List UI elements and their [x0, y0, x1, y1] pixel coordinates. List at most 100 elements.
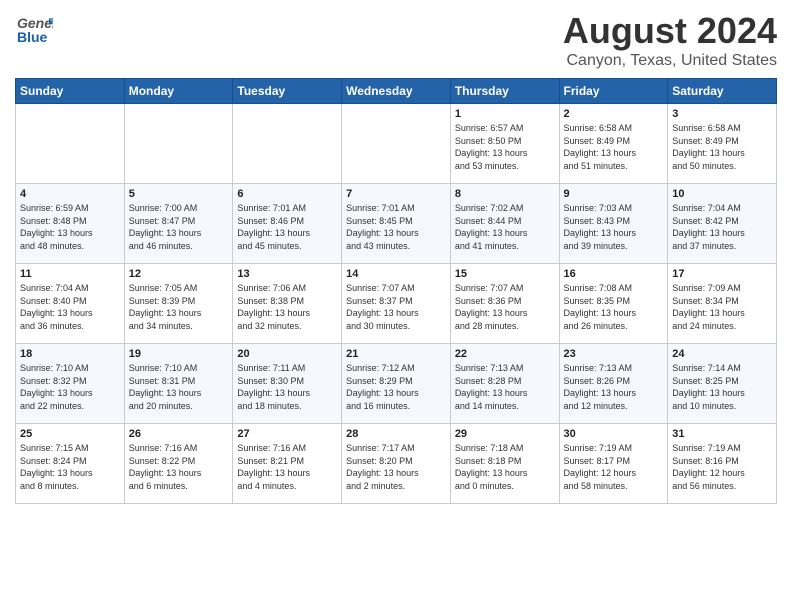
- calendar-week-row: 4Sunrise: 6:59 AM Sunset: 8:48 PM Daylig…: [16, 184, 777, 264]
- cell-info-text: Sunrise: 7:00 AM Sunset: 8:47 PM Dayligh…: [129, 202, 229, 252]
- cell-day-number: 12: [129, 268, 229, 280]
- calendar-cell: 15 Sunrise: 7:07 AM Sunset: 8:36 PM Dayli…: [450, 264, 559, 344]
- calendar-cell: 18 Sunrise: 7:10 AM Sunset: 8:32 PM Dayli…: [16, 344, 125, 424]
- title-block: August 2024 Canyon, Texas, United States: [563, 10, 777, 70]
- header: General Blue August 2024 Canyon, Texas, …: [15, 10, 777, 70]
- svg-text:Blue: Blue: [17, 29, 48, 45]
- cell-day-number: 15: [455, 268, 555, 280]
- calendar-cell: 20 Sunrise: 7:11 AM Sunset: 8:30 PM Dayli…: [233, 344, 342, 424]
- calendar-week-row: 11 Sunrise: 7:04 AM Sunset: 8:40 PM Dayli…: [16, 264, 777, 344]
- calendar-cell: 28 Sunrise: 7:17 AM Sunset: 8:20 PM Dayli…: [342, 424, 451, 504]
- cell-info-text: Sunrise: 7:13 AM Sunset: 8:28 PM Dayligh…: [455, 362, 555, 412]
- cell-day-number: 28: [346, 428, 446, 440]
- cell-day-number: 24: [672, 348, 772, 360]
- calendar-cell: [124, 104, 233, 184]
- calendar-cell: 30 Sunrise: 7:19 AM Sunset: 8:17 PM Dayli…: [559, 424, 668, 504]
- cell-day-number: 1: [455, 108, 555, 120]
- cell-day-number: 25: [20, 428, 120, 440]
- cell-info-text: Sunrise: 7:14 AM Sunset: 8:25 PM Dayligh…: [672, 362, 772, 412]
- calendar-cell: 24 Sunrise: 7:14 AM Sunset: 8:25 PM Dayli…: [668, 344, 777, 424]
- calendar-cell: 19 Sunrise: 7:10 AM Sunset: 8:31 PM Dayli…: [124, 344, 233, 424]
- calendar-week-row: 25Sunrise: 7:15 AM Sunset: 8:24 PM Dayli…: [16, 424, 777, 504]
- calendar-cell: 2Sunrise: 6:58 AM Sunset: 8:49 PM Daylig…: [559, 104, 668, 184]
- cell-day-number: 6: [237, 188, 337, 200]
- cell-info-text: Sunrise: 7:18 AM Sunset: 8:18 PM Dayligh…: [455, 442, 555, 492]
- calendar-cell: 11 Sunrise: 7:04 AM Sunset: 8:40 PM Dayli…: [16, 264, 125, 344]
- calendar-weekday-saturday: Saturday: [668, 79, 777, 104]
- calendar-cell: 16Sunrise: 7:08 AM Sunset: 8:35 PM Dayli…: [559, 264, 668, 344]
- calendar-weekday-sunday: Sunday: [16, 79, 125, 104]
- cell-day-number: 3: [672, 108, 772, 120]
- cell-info-text: Sunrise: 7:13 AM Sunset: 8:26 PM Dayligh…: [564, 362, 664, 412]
- calendar-cell: 29 Sunrise: 7:18 AM Sunset: 8:18 PM Dayli…: [450, 424, 559, 504]
- cell-info-text: Sunrise: 7:17 AM Sunset: 8:20 PM Dayligh…: [346, 442, 446, 492]
- cell-info-text: Sunrise: 7:02 AM Sunset: 8:44 PM Dayligh…: [455, 202, 555, 252]
- calendar-cell: 3 Sunrise: 6:58 AM Sunset: 8:49 PM Daylig…: [668, 104, 777, 184]
- calendar-cell: [16, 104, 125, 184]
- logo-icon: General Blue: [15, 10, 53, 48]
- cell-info-text: Sunrise: 6:59 AM Sunset: 8:48 PM Dayligh…: [20, 202, 120, 252]
- cell-info-text: Sunrise: 7:16 AM Sunset: 8:22 PM Dayligh…: [129, 442, 229, 492]
- cell-info-text: Sunrise: 7:10 AM Sunset: 8:32 PM Dayligh…: [20, 362, 120, 412]
- cell-day-number: 22: [455, 348, 555, 360]
- cell-info-text: Sunrise: 7:11 AM Sunset: 8:30 PM Dayligh…: [237, 362, 337, 412]
- calendar-weekday-tuesday: Tuesday: [233, 79, 342, 104]
- calendar-weekday-friday: Friday: [559, 79, 668, 104]
- cell-info-text: Sunrise: 7:19 AM Sunset: 8:16 PM Dayligh…: [672, 442, 772, 492]
- cell-info-text: Sunrise: 7:06 AM Sunset: 8:38 PM Dayligh…: [237, 282, 337, 332]
- calendar-cell: 21 Sunrise: 7:12 AM Sunset: 8:29 PM Dayli…: [342, 344, 451, 424]
- calendar-weekday-wednesday: Wednesday: [342, 79, 451, 104]
- calendar-cell: 22 Sunrise: 7:13 AM Sunset: 8:28 PM Dayli…: [450, 344, 559, 424]
- calendar-cell: 4Sunrise: 6:59 AM Sunset: 8:48 PM Daylig…: [16, 184, 125, 264]
- cell-day-number: 5: [129, 188, 229, 200]
- cell-info-text: Sunrise: 7:04 AM Sunset: 8:40 PM Dayligh…: [20, 282, 120, 332]
- calendar-cell: 5 Sunrise: 7:00 AM Sunset: 8:47 PM Daylig…: [124, 184, 233, 264]
- calendar-cell: 25Sunrise: 7:15 AM Sunset: 8:24 PM Dayli…: [16, 424, 125, 504]
- cell-info-text: Sunrise: 7:10 AM Sunset: 8:31 PM Dayligh…: [129, 362, 229, 412]
- cell-day-number: 27: [237, 428, 337, 440]
- cell-info-text: Sunrise: 7:01 AM Sunset: 8:46 PM Dayligh…: [237, 202, 337, 252]
- calendar-table: SundayMondayTuesdayWednesdayThursdayFrid…: [15, 78, 777, 504]
- calendar-cell: 17 Sunrise: 7:09 AM Sunset: 8:34 PM Dayli…: [668, 264, 777, 344]
- cell-day-number: 17: [672, 268, 772, 280]
- cell-info-text: Sunrise: 7:19 AM Sunset: 8:17 PM Dayligh…: [564, 442, 664, 492]
- cell-info-text: Sunrise: 7:12 AM Sunset: 8:29 PM Dayligh…: [346, 362, 446, 412]
- calendar-header-row: SundayMondayTuesdayWednesdayThursdayFrid…: [16, 79, 777, 104]
- cell-day-number: 7: [346, 188, 446, 200]
- cell-info-text: Sunrise: 7:09 AM Sunset: 8:34 PM Dayligh…: [672, 282, 772, 332]
- page: General Blue August 2024 Canyon, Texas, …: [0, 0, 792, 612]
- cell-info-text: Sunrise: 7:03 AM Sunset: 8:43 PM Dayligh…: [564, 202, 664, 252]
- cell-day-number: 18: [20, 348, 120, 360]
- cell-info-text: Sunrise: 6:58 AM Sunset: 8:49 PM Dayligh…: [672, 122, 772, 172]
- cell-info-text: Sunrise: 6:57 AM Sunset: 8:50 PM Dayligh…: [455, 122, 555, 172]
- calendar-cell: 26Sunrise: 7:16 AM Sunset: 8:22 PM Dayli…: [124, 424, 233, 504]
- main-title: August 2024: [563, 10, 777, 52]
- calendar-cell: [342, 104, 451, 184]
- cell-info-text: Sunrise: 7:16 AM Sunset: 8:21 PM Dayligh…: [237, 442, 337, 492]
- cell-day-number: 29: [455, 428, 555, 440]
- cell-day-number: 19: [129, 348, 229, 360]
- calendar-cell: 1 Sunrise: 6:57 AM Sunset: 8:50 PM Daylig…: [450, 104, 559, 184]
- cell-info-text: Sunrise: 7:07 AM Sunset: 8:36 PM Dayligh…: [455, 282, 555, 332]
- calendar-cell: 10Sunrise: 7:04 AM Sunset: 8:42 PM Dayli…: [668, 184, 777, 264]
- cell-day-number: 23: [564, 348, 664, 360]
- calendar-cell: 7 Sunrise: 7:01 AM Sunset: 8:45 PM Daylig…: [342, 184, 451, 264]
- calendar-cell: 6 Sunrise: 7:01 AM Sunset: 8:46 PM Daylig…: [233, 184, 342, 264]
- cell-day-number: 20: [237, 348, 337, 360]
- calendar-cell: 13Sunrise: 7:06 AM Sunset: 8:38 PM Dayli…: [233, 264, 342, 344]
- calendar-cell: 8Sunrise: 7:02 AM Sunset: 8:44 PM Daylig…: [450, 184, 559, 264]
- cell-day-number: 11: [20, 268, 120, 280]
- cell-day-number: 16: [564, 268, 664, 280]
- cell-day-number: 31: [672, 428, 772, 440]
- cell-day-number: 30: [564, 428, 664, 440]
- cell-info-text: Sunrise: 7:04 AM Sunset: 8:42 PM Dayligh…: [672, 202, 772, 252]
- calendar-cell: 9Sunrise: 7:03 AM Sunset: 8:43 PM Daylig…: [559, 184, 668, 264]
- calendar-weekday-monday: Monday: [124, 79, 233, 104]
- calendar-cell: 14Sunrise: 7:07 AM Sunset: 8:37 PM Dayli…: [342, 264, 451, 344]
- cell-day-number: 21: [346, 348, 446, 360]
- calendar-cell: 27 Sunrise: 7:16 AM Sunset: 8:21 PM Dayli…: [233, 424, 342, 504]
- calendar-cell: 23 Sunrise: 7:13 AM Sunset: 8:26 PM Dayli…: [559, 344, 668, 424]
- calendar-week-row: 1 Sunrise: 6:57 AM Sunset: 8:50 PM Daylig…: [16, 104, 777, 184]
- cell-info-text: Sunrise: 7:01 AM Sunset: 8:45 PM Dayligh…: [346, 202, 446, 252]
- calendar-weekday-thursday: Thursday: [450, 79, 559, 104]
